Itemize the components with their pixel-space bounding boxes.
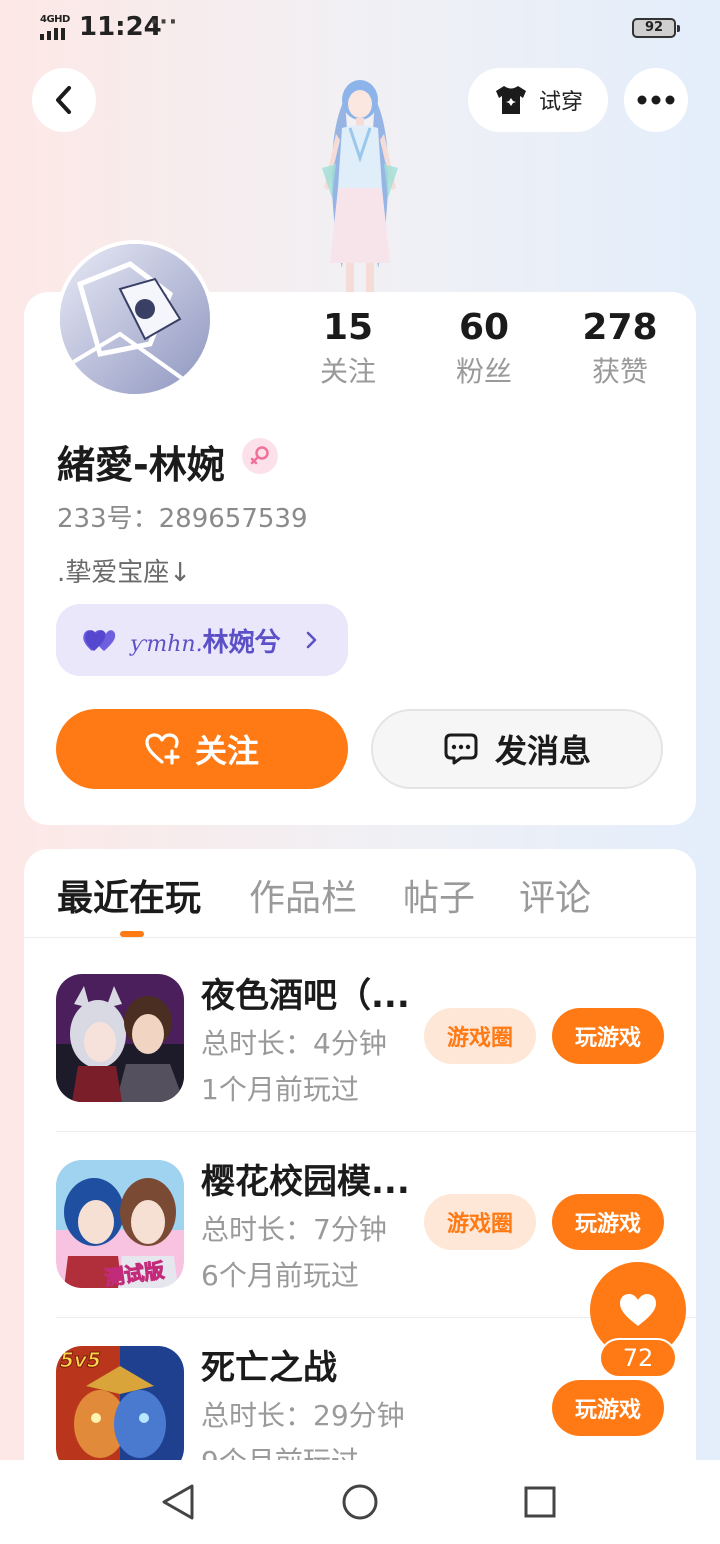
follow-button[interactable]: 关注	[56, 709, 348, 789]
avatar-character-image[interactable]	[290, 68, 430, 293]
user-id: 233号：289657539	[57, 504, 308, 534]
avatar[interactable]	[56, 240, 214, 398]
signal-icon: 4GHD	[40, 14, 72, 40]
system-nav-bar	[0, 1460, 720, 1544]
game-icon[interactable]: 5v5	[56, 1346, 184, 1474]
send-message-button[interactable]: 发消息	[371, 709, 663, 789]
game-name: 死亡之战	[201, 1348, 337, 1388]
game-circle-button[interactable]: 游戏圈	[424, 1008, 536, 1064]
play-game-button[interactable]: 玩游戏	[552, 1380, 664, 1436]
chevron-left-icon	[56, 86, 71, 114]
tshirt-icon	[495, 86, 526, 114]
game-name: 樱花校园模...	[201, 1162, 410, 1202]
back-button[interactable]	[32, 68, 96, 132]
stat-likes[interactable]: 278 获赞	[560, 306, 680, 394]
content-card: 最近在玩 作品栏 帖子 评论 夜色酒吧（... 总时长：4分钟 1个月前玩过 游…	[24, 849, 696, 1489]
stat-following[interactable]: 15 关注	[288, 306, 408, 394]
stat-fans-value: 60	[458, 307, 510, 348]
tab-comments[interactable]: 评论	[519, 869, 591, 921]
game-icon[interactable]: 测试版	[56, 1160, 184, 1288]
relation-chip[interactable]: ƴmhn.林婉兮	[56, 604, 348, 676]
stat-following-value: 15	[322, 307, 374, 348]
game-duration: 总时长：7分钟	[201, 1213, 387, 1246]
game-duration: 总时长：4分钟	[201, 1027, 387, 1060]
play-game-button[interactable]: 玩游戏	[552, 1008, 664, 1064]
square-recents-icon	[524, 1486, 556, 1518]
more-options-button[interactable]	[624, 68, 688, 132]
tab-recently-played[interactable]: 最近在玩	[57, 869, 201, 921]
double-heart-icon	[83, 630, 116, 651]
status-more-dots: ···	[150, 10, 179, 35]
game-last-played: 1个月前玩过	[201, 1073, 359, 1106]
tab-works[interactable]: 作品栏	[249, 869, 357, 921]
avatar-image	[60, 244, 210, 394]
game-last-played: 6个月前玩过	[201, 1259, 359, 1292]
stat-following-label: 关注	[319, 355, 376, 388]
follow-label: 关注	[194, 732, 259, 770]
battery-icon: 92	[632, 18, 680, 38]
heart-plus-icon	[145, 733, 180, 765]
status-bar: 4GHD 11:24 ··· 92	[0, 0, 720, 56]
heart-icon	[620, 1294, 656, 1326]
game-name: 夜色酒吧（...	[201, 976, 410, 1016]
relation-partner: 林婉兮	[202, 627, 281, 658]
username: 緒愛-林婉	[57, 443, 225, 487]
triangle-back-icon	[162, 1484, 194, 1520]
game-icon-image	[56, 974, 184, 1102]
relation-script: ƴmhn.	[130, 631, 203, 657]
more-dots-icon	[637, 95, 675, 105]
circle-home-icon	[342, 1484, 378, 1520]
play-game-button[interactable]: 玩游戏	[552, 1194, 664, 1250]
tab-posts[interactable]: 帖子	[403, 869, 475, 921]
stat-likes-label: 获赞	[591, 355, 648, 388]
send-message-label: 发消息	[494, 732, 591, 770]
try-on-label: 试穿	[538, 90, 583, 115]
game-duration: 总时长：29分钟	[201, 1399, 405, 1432]
game-row[interactable]: 夜色酒吧（... 总时长：4分钟 1个月前玩过 游戏圈 玩游戏	[56, 946, 696, 1132]
stat-likes-value: 278	[582, 307, 658, 348]
nav-recents-button[interactable]	[518, 1480, 562, 1524]
user-bio: .挚爱宝座↓	[57, 558, 192, 588]
relation-name: ƴmhn.林婉兮	[130, 622, 281, 659]
chevron-right-icon	[306, 631, 316, 649]
like-count: 72	[599, 1338, 677, 1378]
chat-bubble-icon	[444, 733, 478, 765]
network-type: 4GHD	[40, 14, 70, 25]
tab-bar: 最近在玩 作品栏 帖子 评论	[24, 849, 696, 938]
game-icon-badge: 5v5	[60, 1348, 102, 1373]
stat-fans[interactable]: 60 粉丝	[424, 306, 544, 394]
stat-fans-label: 粉丝	[455, 355, 512, 388]
nav-home-button[interactable]	[338, 1480, 382, 1524]
tab-active-indicator	[120, 931, 144, 937]
nav-back-button[interactable]	[156, 1480, 200, 1524]
try-on-button[interactable]: 试穿	[468, 68, 608, 132]
game-icon[interactable]	[56, 974, 184, 1102]
game-circle-button[interactable]: 游戏圈	[424, 1194, 536, 1250]
female-gender-icon	[242, 438, 278, 474]
